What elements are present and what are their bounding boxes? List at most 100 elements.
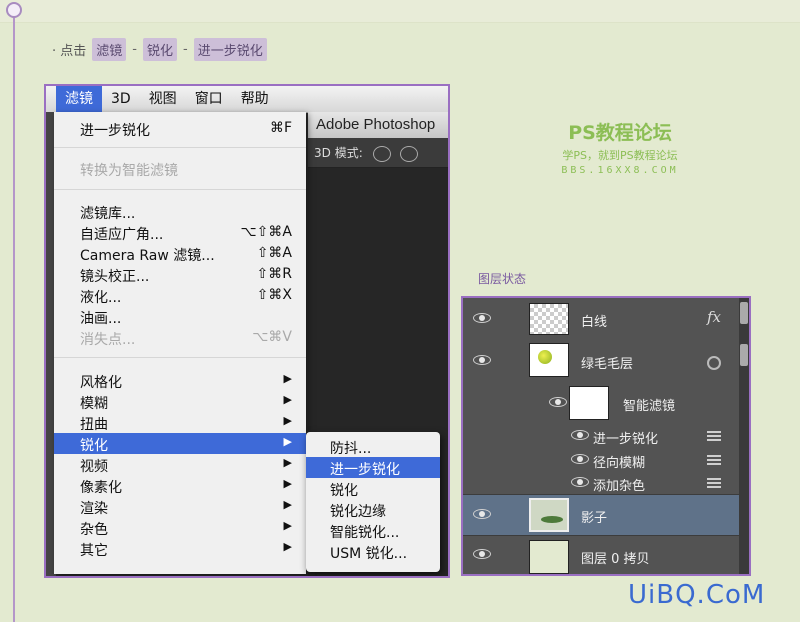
top-band <box>0 0 800 23</box>
layer-row[interactable]: 进一步锐化 <box>463 424 739 448</box>
layer-name: 绿毛毛层 <box>581 357 634 372</box>
instruction-line: · 点击 滤镜 - 锐化 - 进一步锐化 <box>52 38 267 61</box>
menu-item-oil-paint[interactable]: 油画... <box>54 306 306 327</box>
layer-row-selected[interactable]: 影子 <box>463 495 739 536</box>
scrollbar[interactable] <box>739 298 749 574</box>
site-logo: UiBQ.CoM <box>628 580 766 610</box>
menu-filter[interactable]: 滤镜 <box>56 86 102 112</box>
eye-icon[interactable] <box>473 549 493 561</box>
submenu-arrow-icon: ▶ <box>283 414 292 427</box>
layer-row[interactable]: 白线 fx <box>463 298 739 341</box>
filter-options-icon[interactable] <box>707 431 721 441</box>
eye-icon[interactable] <box>473 509 493 521</box>
menu-help[interactable]: 帮助 <box>232 86 278 112</box>
layer-row[interactable]: 图层 0 拷贝 <box>463 536 739 574</box>
layer-thumbnail <box>529 303 569 335</box>
3d-mode-label: 3D 模式: <box>314 146 363 160</box>
submenu-arrow-icon: ▶ <box>283 477 292 490</box>
filter-menu: 进一步锐化 ⌘F 转换为智能滤镜 滤镜库... 自适应广角... ⌥⇧⌘A Ca… <box>54 112 306 574</box>
eye-icon[interactable] <box>571 454 591 466</box>
layers-caption: 图层状态 <box>478 272 527 286</box>
menu-window[interactable]: 窗口 <box>186 86 232 112</box>
menu-item-convert-smart-filter[interactable]: 转换为智能滤镜 <box>54 158 306 179</box>
layer-row[interactable]: 添加杂色 <box>463 472 739 495</box>
menu-item-render[interactable]: 渲染 ▶ <box>54 496 306 517</box>
submenu-item-sharpen-more[interactable]: 进一步锐化 <box>306 457 440 478</box>
submenu-arrow-icon: ▶ <box>283 435 292 448</box>
menu-item-filter-gallery[interactable]: 滤镜库... <box>54 201 306 222</box>
layer-name: 白线 <box>581 315 608 330</box>
watermark-url: BBS.16XX8.COM <box>561 165 679 176</box>
menu-item-sharpen-more-last[interactable]: 进一步锐化 ⌘F <box>54 118 306 139</box>
3d-orbit-icon[interactable] <box>372 145 391 162</box>
menu-item-liquify[interactable]: 液化... ⇧⌘X <box>54 285 306 306</box>
eye-icon[interactable] <box>571 430 591 442</box>
layer-row[interactable]: 绿毛毛层 <box>463 340 739 382</box>
scroll-thumb[interactable] <box>740 302 748 324</box>
layer-thumbnail <box>529 343 569 377</box>
layer-row[interactable]: 径向模糊 <box>463 448 739 472</box>
layer-name: 径向模糊 <box>593 456 646 471</box>
eye-icon[interactable] <box>549 397 569 409</box>
menu-item-stylize[interactable]: 风格化 ▶ <box>54 370 306 391</box>
layer-name: 添加杂色 <box>593 479 646 494</box>
menu-view[interactable]: 视图 <box>140 86 186 112</box>
submenu-item-sharpen[interactable]: 锐化 <box>306 478 440 499</box>
submenu-arrow-icon: ▶ <box>283 372 292 385</box>
instruction-separator: - <box>183 42 188 57</box>
eye-icon[interactable] <box>571 477 591 489</box>
eye-icon[interactable] <box>473 313 493 325</box>
menu-bar: 滤镜 3D 视图 窗口 帮助 <box>46 86 448 113</box>
filter-mask-thumbnail <box>569 386 609 420</box>
layer-row[interactable]: 智能滤镜 <box>463 382 739 424</box>
instruction-step-filter: 滤镜 <box>92 38 127 61</box>
eye-icon[interactable] <box>473 355 493 367</box>
layer-name: 图层 0 拷贝 <box>581 552 650 567</box>
green-ball-icon <box>538 350 552 364</box>
photoshop-menu-screenshot: 滤镜 3D 视图 窗口 帮助 Adobe Photoshop 3D 模式: 进一… <box>44 84 450 578</box>
submenu-arrow-icon: ▶ <box>283 519 292 532</box>
fx-icon[interactable]: fx <box>707 308 721 326</box>
filter-options-icon[interactable] <box>707 455 721 465</box>
instruction-step-sharpen-more: 进一步锐化 <box>193 38 267 61</box>
menu-item-lens-correction[interactable]: 镜头校正... ⇧⌘R <box>54 264 306 285</box>
menu-divider <box>54 147 306 148</box>
menu-item-vanishing-point[interactable]: 消失点... ⌥⌘V <box>54 327 306 348</box>
menu-divider <box>54 357 306 358</box>
instruction-separator: - <box>132 42 137 57</box>
submenu-arrow-icon: ▶ <box>283 456 292 469</box>
menu-item-other[interactable]: 其它 ▶ <box>54 538 306 559</box>
submenu-item-unsharp-mask[interactable]: USM 锐化... <box>306 541 440 562</box>
menu-divider <box>54 189 306 190</box>
menu-item-pixelate[interactable]: 像素化 ▶ <box>54 475 306 496</box>
forum-watermark: PS教程论坛 学PS，就到PS教程论坛 BBS.16XX8.COM <box>520 118 720 176</box>
submenu-item-smart-sharpen[interactable]: 智能锐化... <box>306 520 440 541</box>
submenu-item-shake-reduction[interactable]: 防抖... <box>306 436 440 457</box>
layer-thumbnail <box>529 498 569 532</box>
timeline-line <box>13 10 15 622</box>
timeline-dot <box>6 2 22 18</box>
menu-item-distort[interactable]: 扭曲 ▶ <box>54 412 306 433</box>
filter-options-icon[interactable] <box>707 478 721 488</box>
scroll-thumb[interactable] <box>740 344 748 366</box>
layer-name: 智能滤镜 <box>623 399 676 414</box>
menu-item-blur[interactable]: 模糊 ▶ <box>54 391 306 412</box>
layers-panel: 白线 fx 绿毛毛层 智能滤镜 进一步锐化 径向模糊 添加杂色 影子 图层 0 … <box>461 296 751 576</box>
submenu-item-sharpen-edges[interactable]: 锐化边缘 <box>306 499 440 520</box>
layer-name: 影子 <box>581 511 608 526</box>
app-title-bar: Adobe Photoshop <box>308 112 448 138</box>
layer-thumbnail <box>529 540 569 574</box>
menu-item-video[interactable]: 视频 ▶ <box>54 454 306 475</box>
submenu-arrow-icon: ▶ <box>283 498 292 511</box>
menu-item-adaptive-wide-angle[interactable]: 自适应广角... ⌥⇧⌘A <box>54 222 306 243</box>
shadow-blob-icon <box>541 516 563 523</box>
sharpen-submenu: 防抖... 进一步锐化 锐化 锐化边缘 智能锐化... USM 锐化... <box>306 432 440 572</box>
menu-item-camera-raw[interactable]: Camera Raw 滤镜... ⇧⌘A <box>54 243 306 264</box>
menu-item-sharpen[interactable]: 锐化 ▶ <box>54 433 306 454</box>
submenu-arrow-icon: ▶ <box>283 540 292 553</box>
instruction-step-sharpen: 锐化 <box>142 38 177 61</box>
3d-roll-icon[interactable] <box>400 145 419 162</box>
menu-item-noise[interactable]: 杂色 ▶ <box>54 517 306 538</box>
smart-filter-badge-icon <box>707 356 721 370</box>
menu-3d[interactable]: 3D <box>102 86 140 112</box>
